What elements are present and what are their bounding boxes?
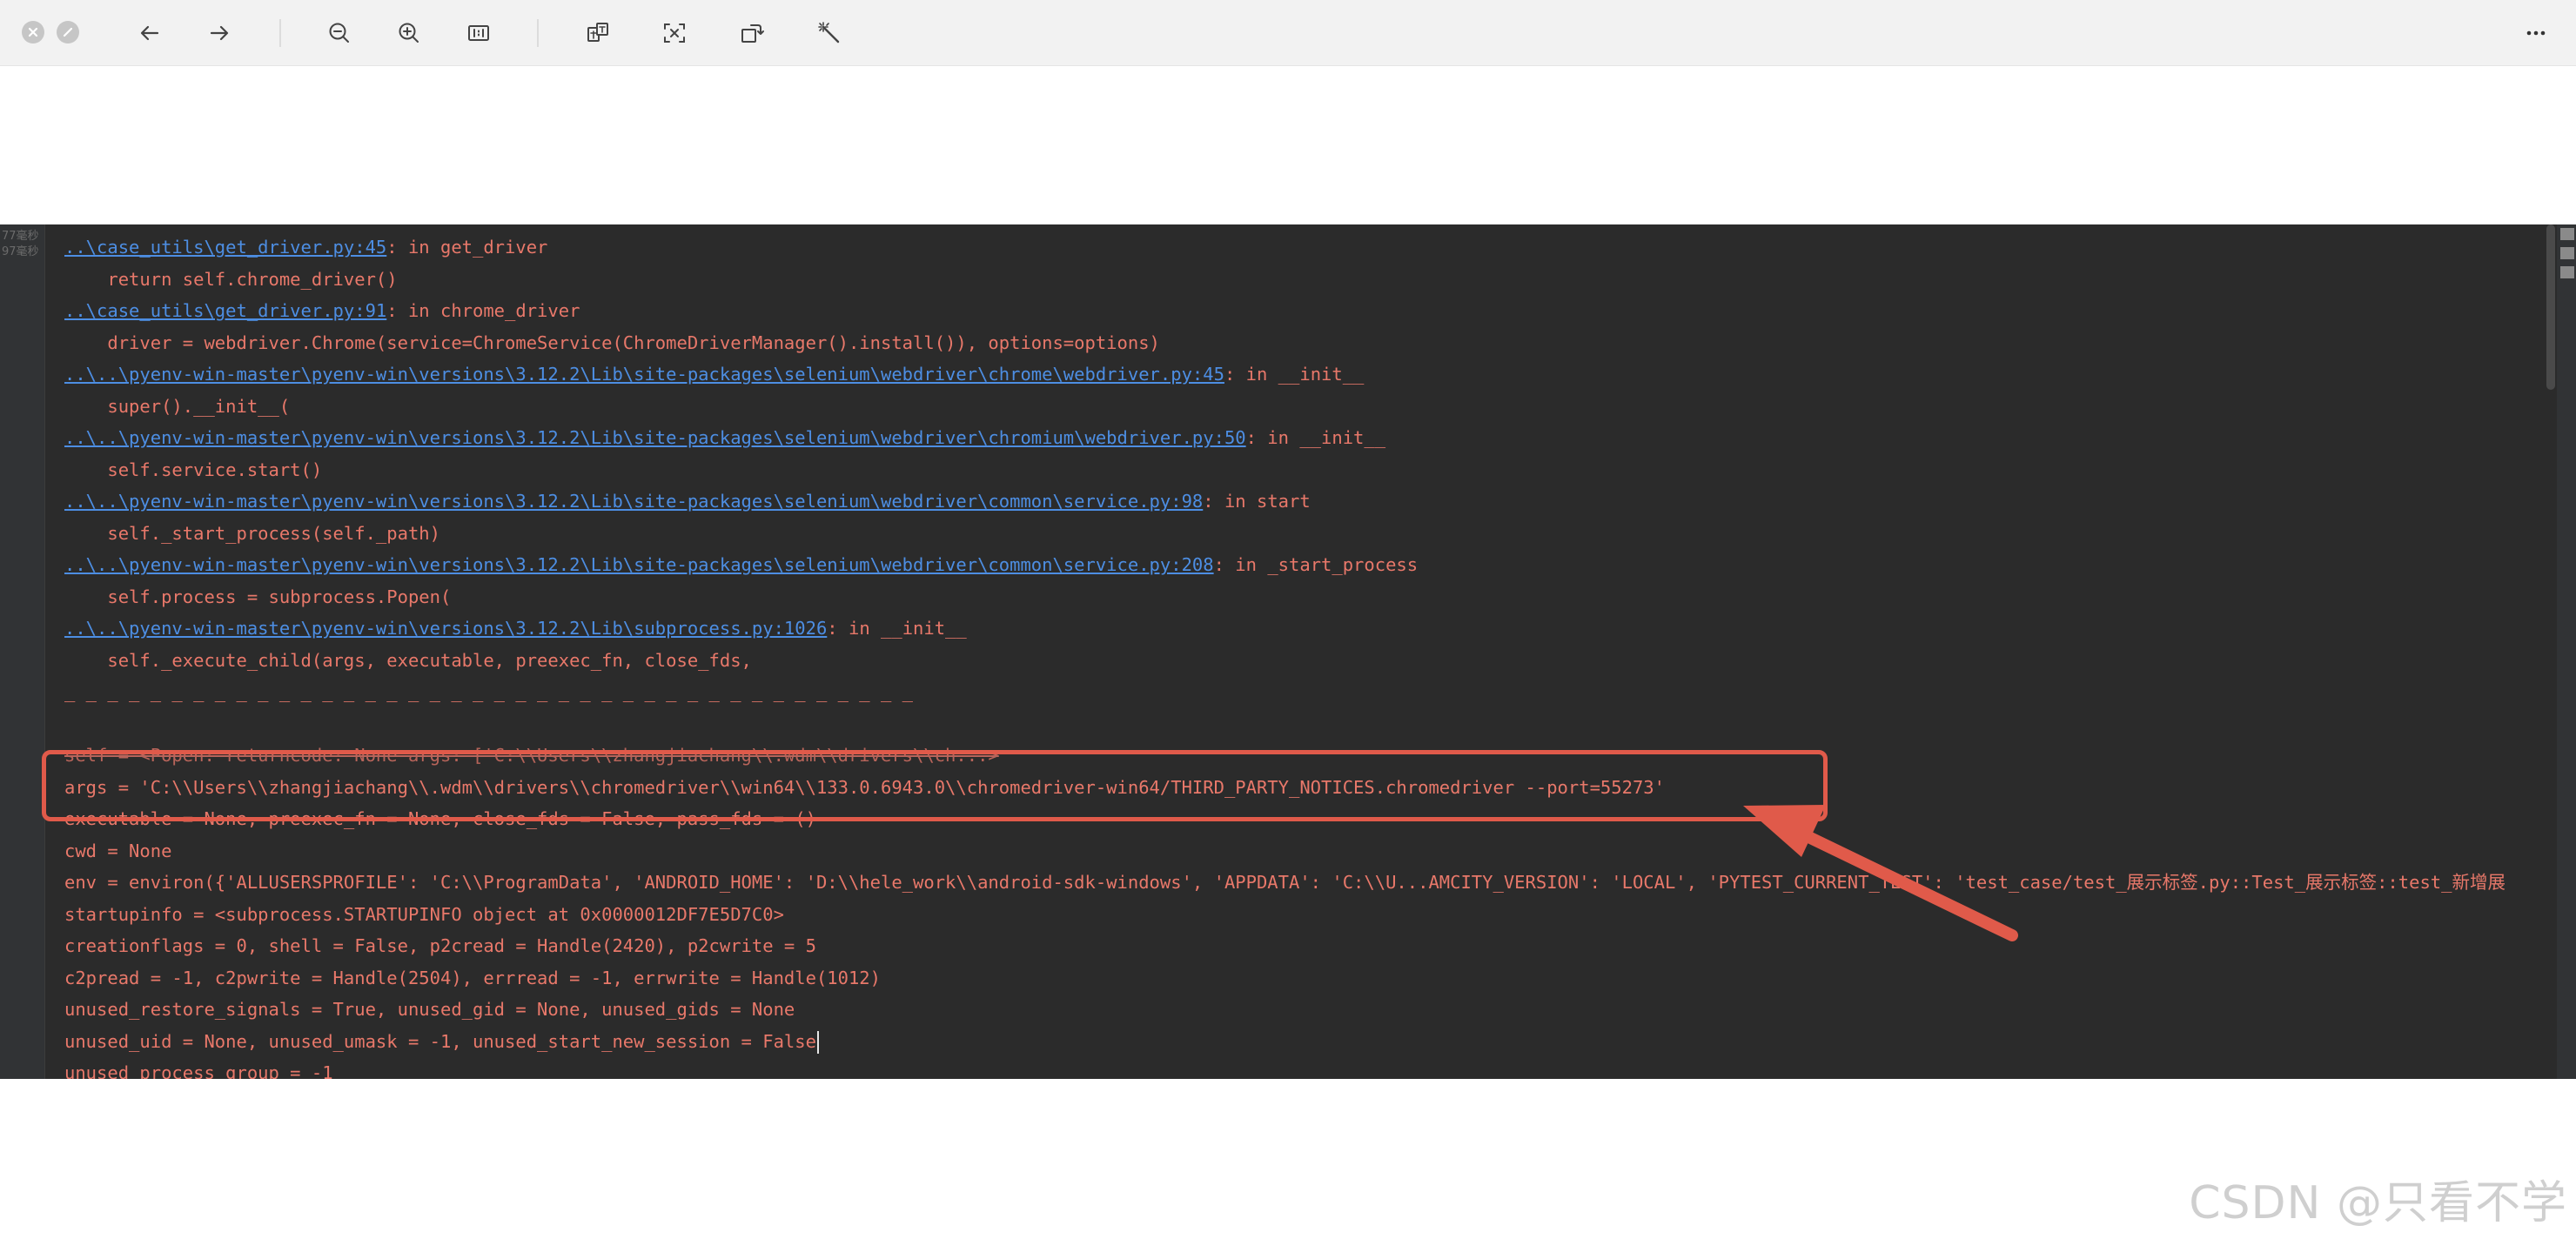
zoom-out-icon [329,23,349,43]
rotate-icon [741,24,764,43]
console-text: : in start [1203,491,1311,512]
console-line: unused_process_group = -1 [64,1057,333,1079]
console-text: : in __init__ [1224,364,1365,385]
console-text: unused_restore_signals = True, unused_gi… [64,999,795,1020]
actual-size-button[interactable] [458,12,500,54]
console-line: ..\case_utils\get_driver.py:91: in chrom… [64,295,580,326]
console-text: env = environ({'ALLUSERSPROFILE': 'C:\\P… [64,872,2506,893]
console-line: ..\..\pyenv-win-master\pyenv-win\version… [64,549,1418,580]
minimize-window-button[interactable] [57,21,79,44]
toolbar-divider [537,19,539,47]
console-text: : in get_driver [386,237,548,258]
console-text: self._start_process(self._path) [64,522,440,544]
enhance-button[interactable] [808,12,850,54]
arrow-right-icon [210,25,229,41]
console-text: self.service.start() [64,459,323,480]
rotate-button[interactable] [731,12,773,54]
toolbar-divider [279,19,281,47]
console-line: ..\..\pyenv-win-master\pyenv-win\version… [64,422,1385,453]
console-line: _ _ _ _ _ _ _ _ _ _ _ _ _ _ _ _ _ _ _ _ … [64,676,913,707]
console-line: return self.chrome_driver() [64,264,398,295]
close-window-button[interactable] [22,21,44,44]
console-line: startupinfo = <subprocess.STARTUPINFO ob… [64,899,784,930]
text-caret [816,1030,819,1054]
minimize-icon [63,27,73,37]
console-text: driver = webdriver.Chrome(service=Chrome… [64,332,1160,353]
console-text: super().__init__( [64,395,291,417]
console-line: self._start_process(self._path) [64,518,440,549]
arrow-left-icon [140,25,159,41]
more-options-button[interactable] [2515,12,2557,54]
console-output[interactable]: ..\case_utils\get_driver.py:45: in get_d… [64,224,2553,1079]
magic-wand-icon [818,22,840,44]
console-text: : in _start_process [1213,554,1419,575]
console-text: _ _ _ _ _ _ _ _ _ _ _ _ _ _ _ _ _ _ _ _ … [64,681,914,702]
console-text: self._execute_child(args, executable, pr… [64,649,752,671]
highlight-box [42,750,1828,821]
traceback-file-link[interactable]: ..\..\pyenv-win-master\pyenv-win\version… [64,427,1246,448]
console-line: unused_restore_signals = True, unused_gi… [64,994,795,1025]
traceback-file-link[interactable]: ..\case_utils\get_driver.py:45 [64,237,386,258]
console-text: unused_uid = None, unused_umask = -1, un… [64,1030,816,1052]
console-text: unused_process_group = -1 [64,1062,333,1079]
zoom-in-button[interactable] [388,12,430,54]
console-line: env = environ({'ALLUSERSPROFILE': 'C:\\P… [64,867,2506,898]
more-icon [2526,30,2546,36]
console-side-toolbar [2557,224,2576,1079]
console-text: c2pread = -1, c2pwrite = Handle(2504), e… [64,967,881,988]
translate-button[interactable] [577,12,619,54]
gutter-duration-label: 97毫秒 [2,245,39,258]
console-line: ..\..\pyenv-win-master\pyenv-win\version… [64,613,967,644]
console-line: c2pread = -1, c2pwrite = Handle(2504), e… [64,962,881,994]
gutter-duration-label: 77毫秒 [2,230,39,243]
traceback-file-link[interactable]: ..\case_utils\get_driver.py:91 [64,300,386,321]
forward-button[interactable] [198,12,240,54]
extract-text-button[interactable] [654,12,695,54]
print-icon[interactable] [2560,247,2574,259]
console-line: driver = webdriver.Chrome(service=Chrome… [64,327,1160,358]
scroll-to-end-icon[interactable] [2560,228,2574,240]
console-text: cwd = None [64,840,172,861]
console-text: creationflags = 0, shell = False, p2crea… [64,935,816,956]
console-scrollbar-thumb[interactable] [2546,224,2555,390]
console-text: : in __init__ [827,618,967,639]
console-line: ..\case_utils\get_driver.py:45: in get_d… [64,231,547,263]
console-text: startupinfo = <subprocess.STARTUPINFO ob… [64,903,784,925]
back-button[interactable] [129,12,171,54]
console-text: : in __init__ [1245,427,1386,448]
console-line: self.service.start() [64,454,322,486]
console-line: cwd = None [64,835,171,867]
traceback-file-link[interactable]: ..\..\pyenv-win-master\pyenv-win\version… [64,618,827,639]
traceback-file-link[interactable]: ..\..\pyenv-win-master\pyenv-win\version… [64,554,1214,575]
console-line: unused_uid = None, unused_umask = -1, un… [64,1026,819,1057]
clear-icon[interactable] [2560,266,2574,278]
console-line: self._execute_child(args, executable, pr… [64,645,752,676]
zoom-in-icon [399,23,419,43]
extract-text-icon [664,23,685,43]
ide-console-screenshot: 77毫秒 97毫秒 ..\case_utils\get_driver.py:45… [0,224,2576,1079]
viewer-toolbar [0,0,2576,66]
translate-icon [587,23,608,42]
actual-size-icon [468,25,489,41]
traceback-file-link[interactable]: ..\..\pyenv-win-master\pyenv-win\version… [64,364,1224,385]
traceback-file-link[interactable]: ..\..\pyenv-win-master\pyenv-win\version… [64,491,1203,512]
console-text: : in chrome_driver [386,300,580,321]
console-text: self.process = subprocess.Popen( [64,586,452,607]
close-icon [28,27,38,37]
csdn-watermark: CSDN @只看不学 [2189,1177,2567,1229]
console-line: super().__init__( [64,391,290,422]
zoom-out-button[interactable] [319,12,360,54]
console-line: self.process = subprocess.Popen( [64,581,451,613]
console-line: ..\..\pyenv-win-master\pyenv-win\version… [64,358,1364,390]
console-line: creationflags = 0, shell = False, p2crea… [64,930,816,961]
console-line: ..\..\pyenv-win-master\pyenv-win\version… [64,486,1311,517]
console-text: return self.chrome_driver() [64,268,398,290]
run-gutter: 77毫秒 97毫秒 [0,224,45,1079]
